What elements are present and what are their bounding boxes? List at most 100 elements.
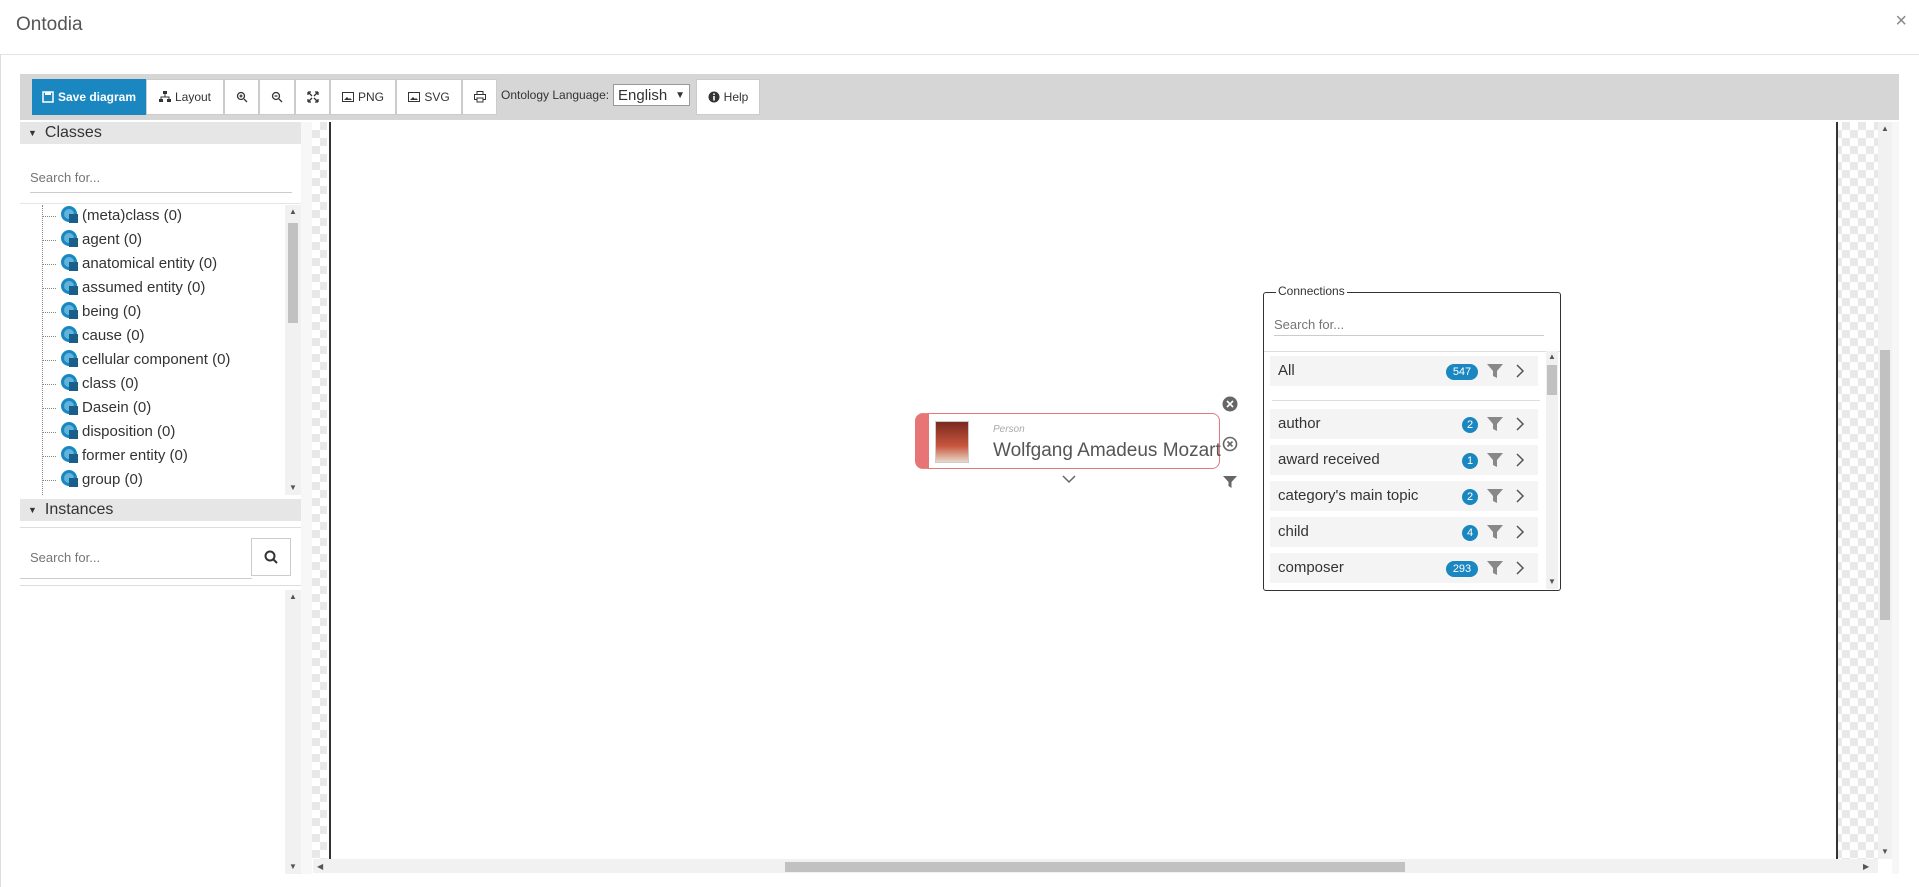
filter-icon[interactable] bbox=[1222, 474, 1238, 490]
save-diagram-button[interactable]: Save diagram bbox=[32, 79, 146, 115]
scroll-up-icon[interactable]: ▲ bbox=[289, 592, 297, 601]
connection-row[interactable]: child 4 bbox=[1270, 517, 1538, 547]
scroll-down-icon[interactable]: ▼ bbox=[1881, 847, 1889, 856]
instances-scrollbar[interactable]: ▲ ▼ bbox=[285, 590, 301, 874]
connections-search-input[interactable] bbox=[1274, 313, 1544, 336]
scroll-up-icon[interactable]: ▲ bbox=[1881, 124, 1889, 133]
canvas-horizontal-scrollbar-thumb[interactable] bbox=[785, 862, 1405, 872]
filter-icon[interactable] bbox=[1486, 487, 1504, 505]
ontology-language-select[interactable]: English ▼ bbox=[613, 84, 690, 106]
canvas-background bbox=[312, 122, 327, 859]
filter-icon[interactable] bbox=[1486, 451, 1504, 469]
connection-row[interactable]: composer 293 bbox=[1270, 553, 1538, 583]
class-tree-item[interactable]: Dasein (0) bbox=[20, 397, 285, 419]
class-tree-item[interactable]: agent (0) bbox=[20, 229, 285, 251]
class-tree-item[interactable]: group (0) bbox=[20, 469, 285, 491]
canvas-horizontal-scrollbar[interactable]: ◀ ▶ bbox=[313, 859, 1878, 873]
class-label: former entity (0) bbox=[82, 447, 188, 464]
divider bbox=[20, 203, 301, 204]
print-button[interactable] bbox=[462, 79, 497, 115]
entity-node[interactable]: Person Wolfgang Amadeus Mozart bbox=[915, 413, 1221, 469]
chevron-right-icon[interactable] bbox=[1514, 415, 1526, 433]
filter-icon[interactable] bbox=[1486, 415, 1504, 433]
class-tree-item[interactable]: disposition (0) bbox=[20, 421, 285, 443]
canvas-vertical-scrollbar-thumb[interactable] bbox=[1880, 350, 1890, 620]
layout-button[interactable]: Layout bbox=[146, 79, 224, 115]
export-svg-button[interactable]: SVG bbox=[396, 79, 462, 115]
scroll-up-icon[interactable]: ▲ bbox=[1548, 352, 1556, 361]
divider bbox=[20, 585, 301, 586]
help-button[interactable]: Help bbox=[696, 79, 760, 115]
connection-row[interactable]: award received 1 bbox=[1270, 445, 1538, 475]
scroll-down-icon[interactable]: ▼ bbox=[289, 862, 297, 871]
zoom-in-button[interactable] bbox=[224, 79, 259, 115]
chevron-right-icon[interactable] bbox=[1514, 451, 1526, 469]
class-label: disposition (0) bbox=[82, 423, 176, 440]
chevron-right-icon[interactable] bbox=[1514, 523, 1526, 541]
zoom-out-button[interactable] bbox=[259, 79, 295, 115]
class-tree-item[interactable]: assumed entity (0) bbox=[20, 277, 285, 299]
count-badge: 293 bbox=[1446, 561, 1478, 577]
tree-branch-line bbox=[42, 264, 56, 266]
close-icon[interactable]: × bbox=[1895, 10, 1907, 33]
classes-scrollbar[interactable]: ▲ ▼ bbox=[285, 205, 301, 495]
connections-scrollbar[interactable]: ▲ ▼ bbox=[1546, 351, 1558, 589]
connection-row[interactable]: author 2 bbox=[1270, 409, 1538, 439]
class-label: group (0) bbox=[82, 471, 143, 488]
classes-scrollbar-thumb[interactable] bbox=[288, 223, 298, 323]
scroll-left-icon[interactable]: ◀ bbox=[317, 862, 323, 871]
count-badge: 547 bbox=[1446, 364, 1478, 380]
divider bbox=[1264, 351, 1560, 352]
class-icon bbox=[61, 398, 78, 415]
export-png-button[interactable]: PNG bbox=[330, 79, 396, 115]
connection-label: All bbox=[1278, 362, 1295, 379]
print-icon bbox=[473, 91, 486, 103]
count-badge: 4 bbox=[1462, 525, 1478, 541]
filter-icon[interactable] bbox=[1486, 523, 1504, 541]
classes-search-input[interactable] bbox=[30, 162, 292, 193]
connection-row[interactable]: category's main topic 2 bbox=[1270, 481, 1538, 511]
class-label: cellular component (0) bbox=[82, 351, 231, 368]
svg-label: SVG bbox=[424, 90, 450, 104]
instances-panel-header[interactable]: ▼ Instances bbox=[20, 499, 301, 521]
panel-resize-handle[interactable] bbox=[301, 122, 312, 874]
class-tree-item[interactable]: cause (0) bbox=[20, 325, 285, 347]
class-tree-item[interactable]: being (0) bbox=[20, 301, 285, 323]
chevron-right-icon[interactable] bbox=[1514, 559, 1526, 577]
fit-to-screen-button[interactable] bbox=[295, 79, 330, 115]
collapse-triangle-icon: ▼ bbox=[28, 128, 37, 138]
class-tree-item[interactable]: former entity (0) bbox=[20, 445, 285, 467]
delete-node-icon[interactable] bbox=[1222, 436, 1238, 452]
class-tree-item[interactable]: class (0) bbox=[20, 373, 285, 395]
diagram-paper[interactable] bbox=[329, 122, 1838, 859]
node-type-label: Person bbox=[993, 424, 1025, 435]
scroll-right-icon[interactable]: ▶ bbox=[1863, 862, 1869, 871]
class-icon bbox=[61, 326, 78, 343]
expand-chevron-icon[interactable] bbox=[1062, 474, 1076, 484]
image-icon bbox=[408, 92, 421, 102]
avatar bbox=[935, 421, 969, 463]
scroll-down-icon[interactable]: ▼ bbox=[289, 483, 297, 492]
scroll-up-icon[interactable]: ▲ bbox=[289, 207, 297, 216]
classes-panel-header[interactable]: ▼ Classes bbox=[20, 122, 301, 144]
image-icon bbox=[341, 92, 354, 102]
class-tree-item[interactable]: (meta)class (0) bbox=[20, 205, 285, 227]
remove-node-icon[interactable] bbox=[1222, 396, 1238, 412]
class-tree-item[interactable]: cellular component (0) bbox=[20, 349, 285, 371]
chevron-right-icon[interactable] bbox=[1514, 362, 1526, 380]
filter-icon[interactable] bbox=[1486, 362, 1504, 380]
node-name-label: Wolfgang Amadeus Mozart bbox=[993, 440, 1221, 461]
connections-title: Connections bbox=[1276, 284, 1347, 298]
canvas-vertical-scrollbar[interactable]: ▲ ▼ bbox=[1878, 122, 1892, 859]
collapse-triangle-icon: ▼ bbox=[28, 505, 37, 515]
instances-search-button[interactable] bbox=[251, 538, 291, 576]
connection-row-all[interactable]: All 547 bbox=[1270, 356, 1538, 386]
chevron-right-icon[interactable] bbox=[1514, 487, 1526, 505]
filter-icon[interactable] bbox=[1486, 559, 1504, 577]
right-panel-resize-handle[interactable] bbox=[1892, 122, 1899, 874]
scroll-down-icon[interactable]: ▼ bbox=[1548, 577, 1556, 586]
ontology-language-label: Ontology Language: bbox=[501, 88, 610, 102]
class-tree-item[interactable]: anatomical entity (0) bbox=[20, 253, 285, 275]
connections-scrollbar-thumb[interactable] bbox=[1547, 365, 1557, 395]
connection-label: award received bbox=[1278, 451, 1380, 468]
